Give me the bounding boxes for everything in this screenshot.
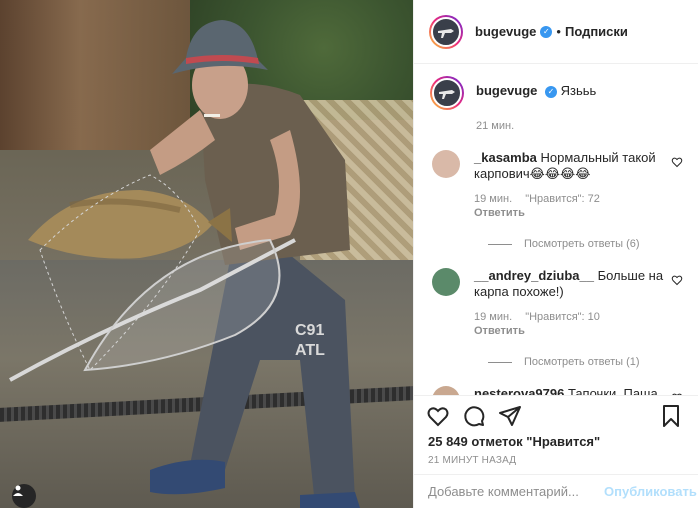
divider-line [488, 361, 512, 363]
comment-input[interactable] [428, 484, 604, 499]
action-icons [426, 402, 683, 430]
comment-body: _kasamba Нормальный такой карпович😂😂😂😂 1… [474, 150, 664, 220]
add-comment-bar: Опубликовать [414, 474, 698, 508]
avatar-image [431, 16, 461, 47]
commenter-avatar[interactable] [432, 150, 460, 178]
comment-time: 19 мин. [474, 311, 513, 323]
likes-count[interactable]: 25 849 отметок "Нравится" [426, 434, 683, 449]
comment-body: nesterova9796 Тапочки. Паша [474, 386, 664, 395]
reply-button[interactable]: Ответить [474, 206, 664, 220]
comment-heart-icon[interactable] [671, 156, 683, 168]
bookmark-icon[interactable] [659, 404, 683, 428]
comment-username[interactable]: _kasamba [474, 150, 537, 165]
comment-meta: 19 мин. "Нравится": 72 Ответить [474, 192, 664, 220]
share-icon[interactable] [498, 404, 522, 428]
comments-list[interactable]: bugevuge ✓ Язььь 21 мин. _kasamba Нормал… [414, 64, 698, 395]
comment-heart-icon[interactable] [671, 274, 683, 286]
publish-button[interactable]: Опубликовать [604, 484, 697, 499]
comment-username[interactable]: __andrey_dziuba__ [474, 268, 594, 283]
caption-author-avatar[interactable] [430, 76, 464, 110]
post-actions: 25 849 отметок "Нравится" 21 МИНУТ НАЗАД [414, 395, 698, 466]
svg-text:ATL: ATL [295, 342, 325, 359]
svg-text:C91: C91 [295, 322, 324, 339]
caption-time: 21 мин. [476, 120, 515, 132]
view-replies-label: Посмотреть ответы (1) [524, 356, 640, 368]
divider-line [488, 243, 512, 245]
comment-icon[interactable] [462, 404, 486, 428]
comment-text: Тапочки. Паша [567, 386, 658, 395]
avatar-image [432, 78, 462, 108]
post-timestamp: 21 МИНУТ НАЗАД [428, 455, 517, 466]
author-avatar[interactable] [429, 14, 463, 49]
comment-item: nesterova9796 Тапочки. Паша [430, 386, 683, 395]
verified-badge-icon: ✓ [540, 25, 553, 38]
verified-badge-icon: ✓ [545, 85, 558, 98]
commenter-avatar[interactable] [432, 268, 460, 296]
comment-likes[interactable]: "Нравится": 72 [525, 193, 600, 205]
comment-likes[interactable]: "Нравится": 10 [525, 311, 600, 323]
weapon-silhouette-icon [438, 28, 454, 38]
view-replies-label: Посмотреть ответы (6) [524, 238, 640, 250]
comment-item: __andrey_dziuba__ Больше на карпа похоже… [430, 268, 683, 338]
following-button[interactable]: Подписки [565, 24, 628, 39]
comment-username[interactable]: nesterova9796 [474, 386, 564, 395]
caption: bugevuge ✓ Язььь [430, 76, 683, 110]
post-side-panel: bugevuge ✓ • Подписки bugevuge ✓ Язььь 2… [413, 0, 698, 508]
caption-username[interactable]: bugevuge [476, 83, 537, 98]
comment-body: __andrey_dziuba__ Больше на карпа похоже… [474, 268, 664, 338]
tagged-user-icon[interactable] [12, 484, 36, 508]
author-username[interactable]: bugevuge [475, 24, 536, 39]
caption-text: Язььь [560, 83, 597, 98]
commenter-avatar[interactable] [432, 386, 460, 395]
photo-subject: C91 ATL [9, 20, 360, 508]
weapon-silhouette-icon [439, 90, 455, 99]
view-replies-button[interactable]: Посмотреть ответы (6) [488, 238, 683, 250]
person-icon [13, 485, 23, 496]
post-header: bugevuge ✓ • Подписки [414, 0, 698, 64]
post-photo[interactable]: C91 ATL [0, 0, 413, 508]
caption-text-block: bugevuge ✓ Язььь [476, 76, 596, 98]
view-replies-button[interactable]: Посмотреть ответы (1) [488, 356, 683, 368]
heart-icon[interactable] [426, 404, 450, 428]
comment-meta: 19 мин. "Нравится": 10 Ответить [474, 310, 664, 338]
reply-button[interactable]: Ответить [474, 324, 664, 338]
separator-dot: • [556, 24, 561, 39]
comment-time: 19 мин. [474, 193, 513, 205]
comment-item: _kasamba Нормальный такой карпович😂😂😂😂 1… [430, 150, 683, 220]
